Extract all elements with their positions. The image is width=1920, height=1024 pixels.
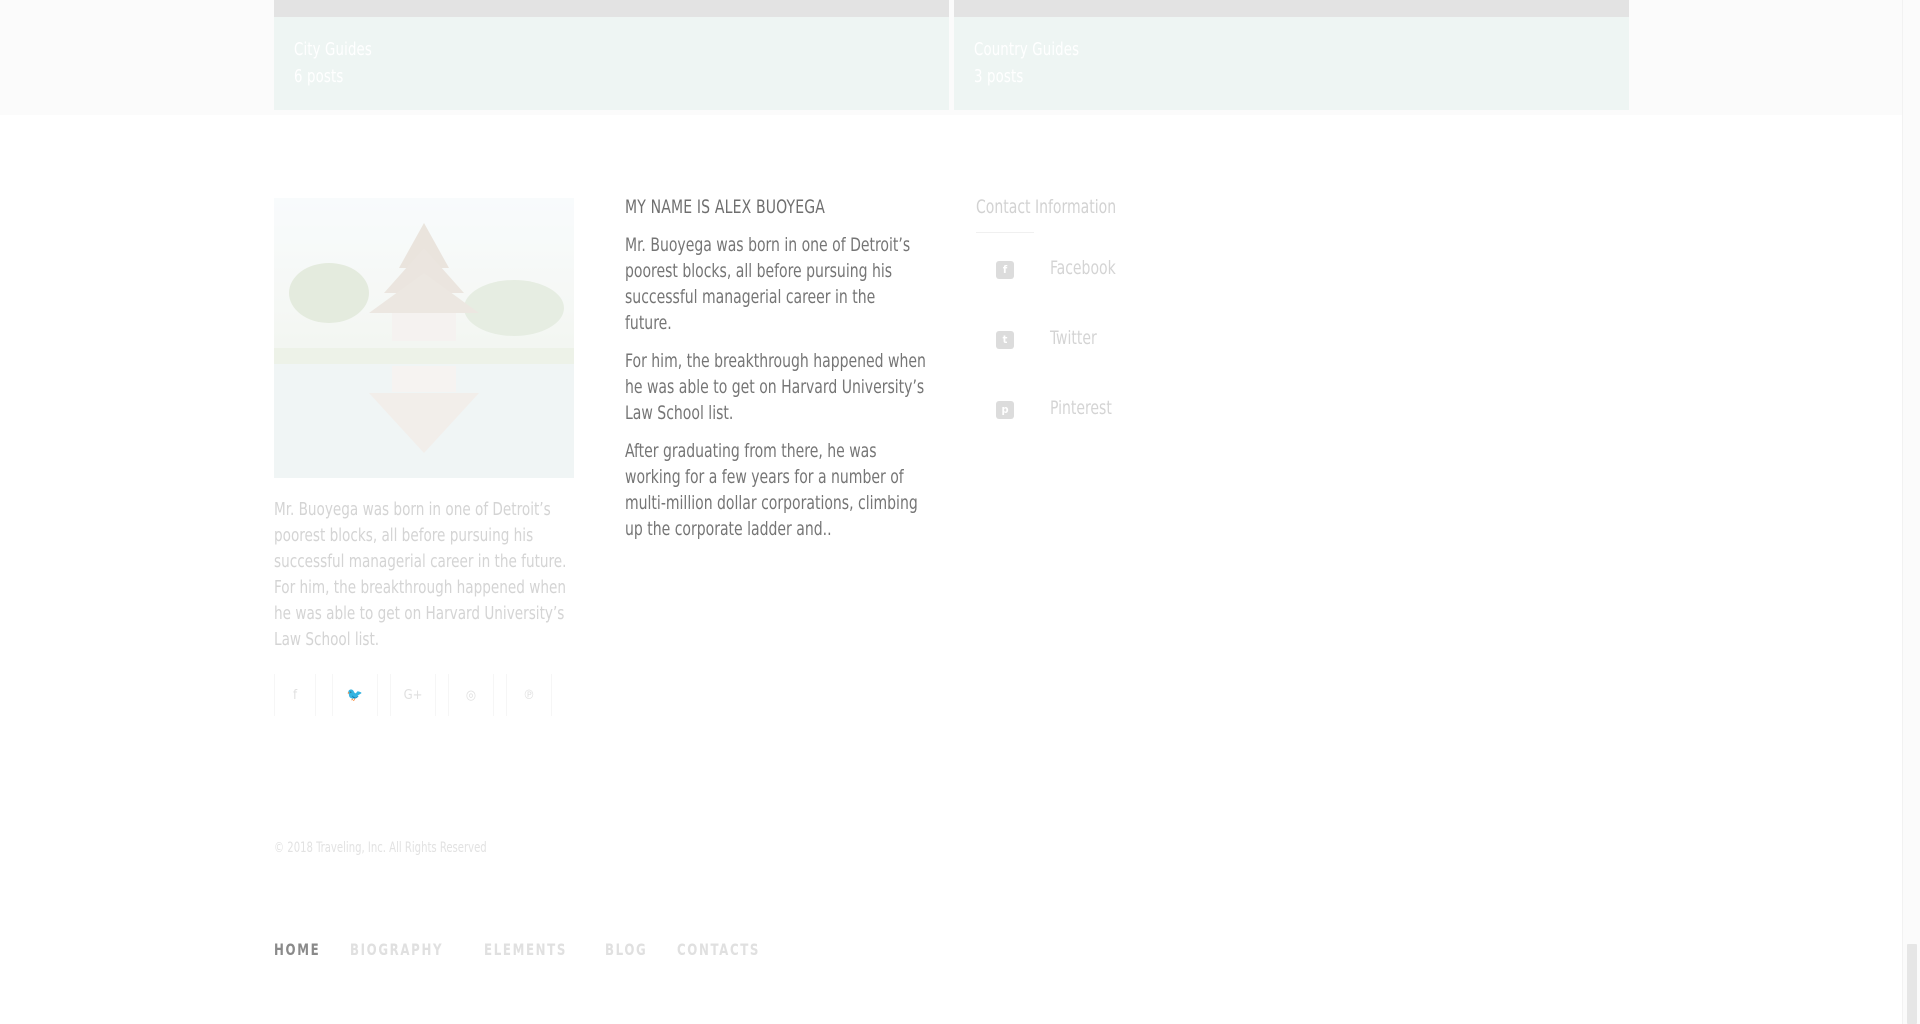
scrollbar[interactable] xyxy=(1902,0,1920,1024)
bio-title: MY NAME IS ALEX BUOYEGA xyxy=(625,196,826,218)
page: City Guides 6 posts Country Guides 3 pos… xyxy=(0,0,1920,1024)
social-links: f 🐦 G+ ◎ ℗ xyxy=(274,674,564,716)
scrollbar-thumb[interactable] xyxy=(1907,944,1917,1024)
pinterest-icon[interactable]: ℗ xyxy=(506,674,552,716)
facebook-icon: f xyxy=(996,261,1014,279)
about-image xyxy=(274,198,574,478)
category-card-country-guides[interactable]: Country Guides 3 posts xyxy=(954,0,1629,110)
twitter-icon: t xyxy=(996,331,1014,349)
category-name[interactable]: City Guides xyxy=(294,39,372,60)
about-text: Mr. Buoyega was born in one of Detroit’s… xyxy=(274,499,567,650)
google-plus-icon[interactable]: G+ xyxy=(390,674,436,716)
bio-paragraph: After graduating from there, he was work… xyxy=(625,440,918,540)
contact-title: Contact Information xyxy=(976,196,1117,218)
nav-item-contacts[interactable]: CONTACTS xyxy=(677,940,760,959)
copyright: © 2018 Traveling, Inc. All Rights Reserv… xyxy=(274,840,487,856)
contact-label[interactable]: Facebook xyxy=(1050,257,1116,279)
instagram-icon[interactable]: ◎ xyxy=(448,674,494,716)
nav-item-elements[interactable]: ELEMENTS xyxy=(484,940,567,959)
footer-nav: HOME BIOGRAPHY ELEMENTS BLOG CONTACTS xyxy=(274,940,798,959)
category-card-image xyxy=(954,0,1629,17)
category-count: 6 posts xyxy=(294,66,344,87)
contact-item-twitter[interactable]: t Twitter xyxy=(976,303,1276,373)
nav-item-biography[interactable]: BIOGRAPHY xyxy=(350,940,443,959)
category-count: 3 posts xyxy=(974,66,1024,87)
twitter-icon[interactable]: 🐦 xyxy=(332,674,378,716)
category-strip: City Guides 6 posts Country Guides 3 pos… xyxy=(0,0,1902,115)
facebook-icon[interactable]: f xyxy=(274,674,316,716)
contact-label[interactable]: Twitter xyxy=(1050,327,1097,349)
category-card-image xyxy=(274,0,949,17)
pinterest-icon: p xyxy=(996,401,1014,419)
nav-item-home[interactable]: HOME xyxy=(274,940,320,959)
contact-item-pinterest[interactable]: p Pinterest xyxy=(976,373,1276,443)
category-name[interactable]: Country Guides xyxy=(974,39,1079,60)
bio-paragraph: Mr. Buoyega was born in one of Detroit’s… xyxy=(625,234,911,334)
bio-paragraph: For him, the breakthrough happened when … xyxy=(625,350,926,424)
contact-item-facebook[interactable]: f Facebook xyxy=(976,233,1276,303)
contact-widget: Contact Information f Facebook t Twitter… xyxy=(976,196,1276,443)
contact-label[interactable]: Pinterest xyxy=(1050,397,1112,419)
contact-list: f Facebook t Twitter p Pinterest xyxy=(976,233,1276,443)
bio-widget: MY NAME IS ALEX BUOYEGA Mr. Buoyega was … xyxy=(625,196,926,542)
category-card-city-guides[interactable]: City Guides 6 posts xyxy=(274,0,949,110)
nav-item-blog[interactable]: BLOG xyxy=(605,940,647,959)
